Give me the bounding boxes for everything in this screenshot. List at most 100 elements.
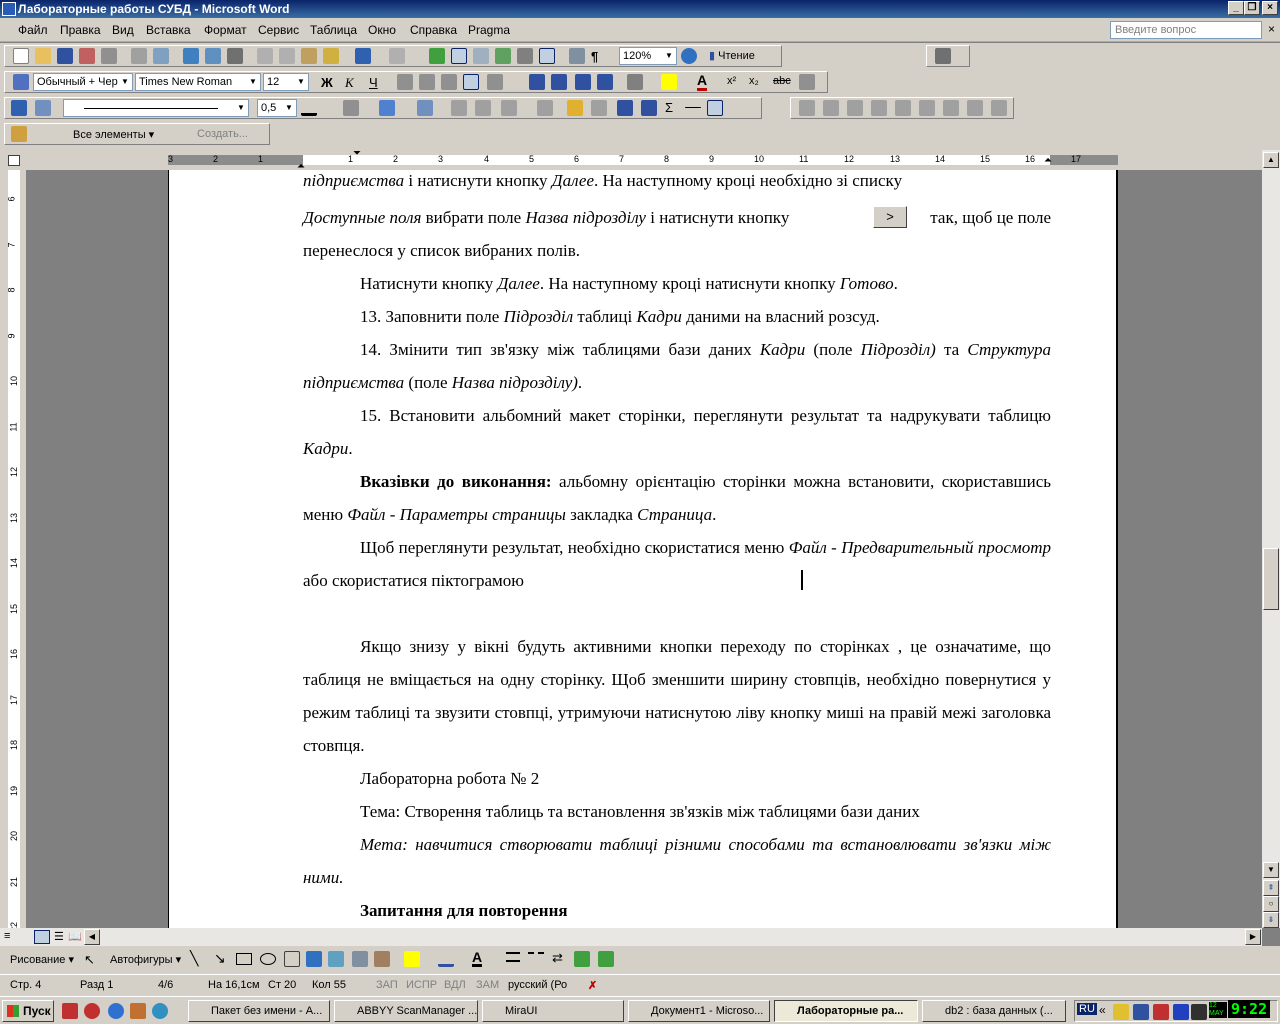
tray-player-icon[interactable] [1173,1004,1189,1020]
line-style-icon[interactable] [506,952,520,962]
spelling-status-icon[interactable]: ✗ [588,979,597,992]
globe-icon[interactable] [152,1003,168,1019]
align-mc-icon[interactable] [895,100,911,116]
elements-icon[interactable] [11,126,27,142]
align-br-icon[interactable] [991,100,1007,116]
tray-bug-icon[interactable] [1191,1004,1207,1020]
paragraph[interactable]: Мета: навчитися створювати таблиці різни… [303,828,1051,894]
opera-icon[interactable] [84,1003,100,1019]
menu-edit[interactable]: Правка [60,23,101,37]
task-document1[interactable]: Документ1 - Microso... [628,1000,770,1022]
menu-help[interactable]: Справка [410,23,457,37]
task-package[interactable]: Пакет без имени - A... [188,1000,330,1022]
horizontal-ruler[interactable]: 3 2 1 1 2 3 4 5 6 7 8 9 10 11 12 13 14 15 16 17 ⏶ ⏷ ⏶ [0,148,1280,172]
line-triple-icon[interactable] [731,100,747,116]
align-tr-icon[interactable] [847,100,863,116]
zoom-select[interactable]: 120% ▼ [619,47,677,65]
rectangle-tool-icon[interactable] [236,953,252,965]
align-tl-icon[interactable] [799,100,815,116]
paragraph[interactable]: Вказівки до виконання: альбомну орієнтац… [303,465,1051,531]
format-painter-icon[interactable] [323,48,339,64]
print-preview-icon[interactable] [153,48,169,64]
justify-icon[interactable] [463,74,479,90]
superscript-icon[interactable]: x² [727,75,736,87]
outline-icon[interactable] [935,48,951,64]
wordart-icon[interactable] [306,951,322,967]
line-double-icon[interactable] [707,100,723,116]
undo-icon[interactable] [355,48,371,64]
scroll-thumb[interactable] [1263,548,1279,610]
merge-cells-icon[interactable] [451,100,467,116]
heading[interactable]: Запитання для повторення [303,894,1051,927]
subscript-icon[interactable]: x₂ [749,75,759,87]
drawing-menu[interactable]: Рисование ▾ [10,953,74,966]
3d-style-icon[interactable] [598,951,614,967]
task-abbyy[interactable]: ABBYY ScanManager ... [334,1000,478,1022]
scroll-up-button[interactable]: ▲ [1263,152,1279,168]
all-elements-select[interactable]: Все элементы ▾ [73,128,154,141]
align-bl-icon[interactable] [943,100,959,116]
close-button[interactable]: × [1262,1,1278,15]
italic-icon[interactable]: К [345,75,354,91]
split-cells-icon[interactable] [475,100,491,116]
underline-icon[interactable]: Ч [369,75,378,90]
task-lab-works[interactable]: Лабораторные ра... [774,1000,918,1022]
font-size-select[interactable]: 12 ▼ [263,73,309,91]
paragraph[interactable]: Щоб переглянути результат, необхідно ско… [303,531,1051,597]
vertical-scrollbar[interactable]: ▲ ▼ ⇞ ○ ⇟ [1262,150,1280,928]
paragraph[interactable]: Лабораторна робота № 2 [303,762,1051,795]
strikethrough-icon[interactable]: abc [773,75,791,87]
tray-shield-icon[interactable] [1113,1004,1129,1020]
cut-icon[interactable] [257,48,273,64]
paragraph[interactable]: перенеслося у список вибраних полів. [303,234,1051,267]
task-db2[interactable]: db2 : база данных (... [922,1000,1066,1022]
oval-tool-icon[interactable] [260,953,276,965]
text-direction-icon[interactable] [591,100,607,116]
autoshapes-menu[interactable]: Автофигуры ▾ [110,953,181,966]
status-trk[interactable]: ИСПР [406,979,437,991]
sort-descending-icon[interactable] [641,100,657,116]
draw-table-icon[interactable] [11,100,27,116]
autoformat-icon[interactable] [567,100,583,116]
line-spacing-icon[interactable] [487,74,503,90]
paste-icon[interactable] [301,48,317,64]
prev-page-icon[interactable]: ⇞ [1263,880,1279,896]
menu-pragma[interactable]: Pragma [468,23,510,37]
columns-icon[interactable] [517,48,533,64]
align-cell-icon[interactable] [501,100,517,116]
save-icon[interactable] [57,48,73,64]
paragraph[interactable]: Якщо знизу у вікні будуть активними кноп… [303,630,1051,762]
insert-table-icon[interactable] [473,48,489,64]
styles-formatting-icon[interactable] [13,74,29,90]
translate-icon[interactable] [227,48,243,64]
help-icon[interactable] [681,48,697,64]
fill-color-icon[interactable] [404,951,420,967]
shadow-icon[interactable] [574,951,590,967]
style-select[interactable]: Обычный + Чер ▼ [33,73,133,91]
menu-view[interactable]: Вид [112,23,134,37]
align-left-icon[interactable] [397,74,413,90]
line-single-icon[interactable] [685,107,701,108]
status-rec[interactable]: ЗАП [376,979,398,991]
align-center-icon[interactable] [419,74,435,90]
scroll-left-button[interactable]: ◀ [84,929,100,945]
hyperlink-icon[interactable] [429,48,445,64]
tray-network-icon[interactable] [1133,1004,1149,1020]
task-miraui[interactable]: MiraUI [482,1000,624,1022]
align-bc-icon[interactable] [967,100,983,116]
outline-view-icon[interactable]: ☰ [54,930,64,943]
border-color-icon[interactable] [301,100,317,116]
horizontal-scrollbar[interactable]: ≡ ☰ 📖 ◀ ▶ [0,928,1262,946]
line-color-icon[interactable] [438,951,454,967]
print-icon[interactable] [131,48,147,64]
create-button[interactable]: Создать... [197,128,248,140]
start-button[interactable]: Пуск [2,1000,54,1022]
tray-antivirus-icon[interactable] [1153,1004,1169,1020]
bullets-icon[interactable] [551,74,567,90]
reading-view-icon[interactable]: 📖 [68,930,82,943]
shading-color-icon[interactable] [379,100,395,116]
copy-icon[interactable] [279,48,295,64]
arrow-tool-icon[interactable]: ↘ [214,950,226,967]
menu-tools[interactable]: Сервис [258,23,299,37]
quicklaunch-icon[interactable] [62,1003,78,1019]
